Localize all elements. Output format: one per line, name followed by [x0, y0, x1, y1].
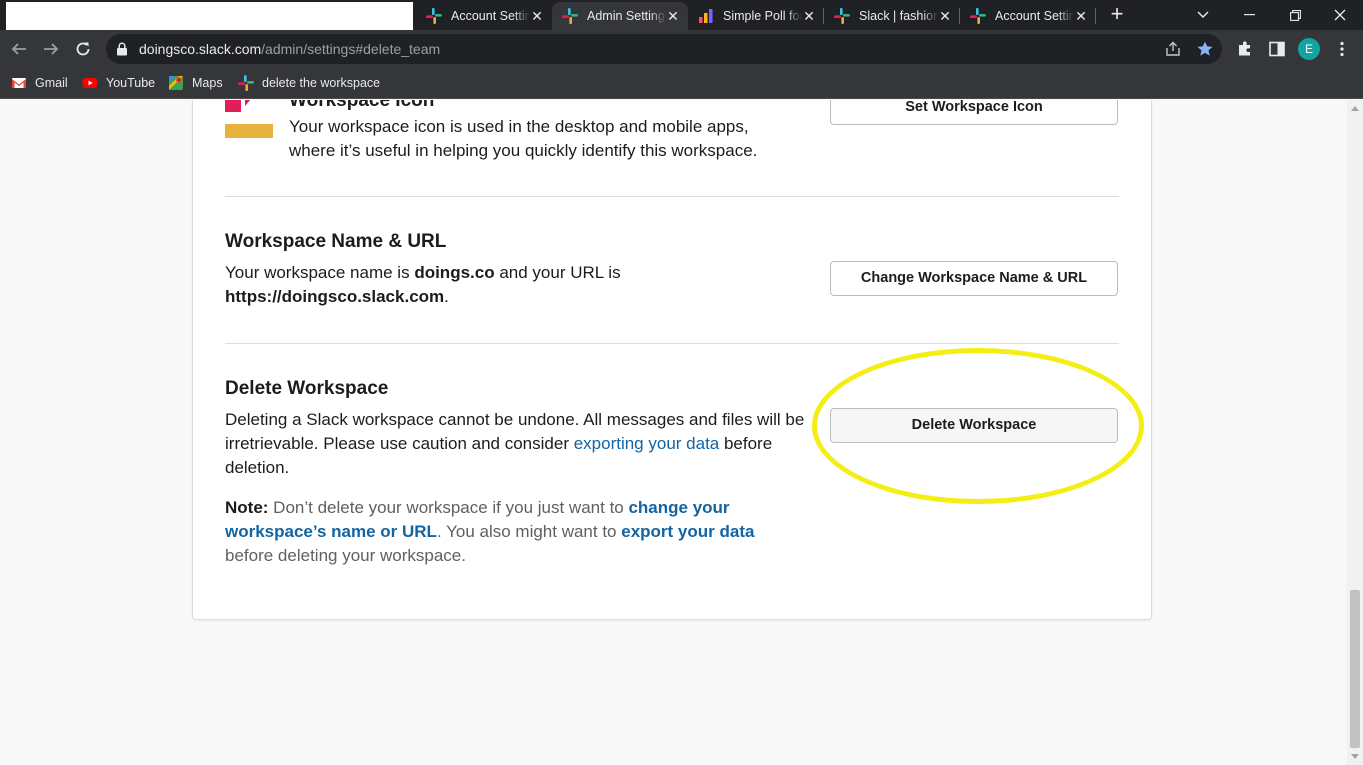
restore-icon[interactable] [1272, 0, 1318, 30]
bookmarks-bar: Gmail YouTube Maps delete the workspace [0, 68, 1363, 99]
tab-search-icon[interactable] [1180, 0, 1226, 30]
close-icon[interactable]: ✕ [666, 8, 680, 25]
close-icon[interactable]: ✕ [938, 8, 952, 25]
set-workspace-icon-button[interactable]: Set Workspace Icon [830, 100, 1118, 125]
lock-icon[interactable] [116, 42, 128, 56]
bookmark-star-icon[interactable] [1196, 40, 1214, 58]
bookmark-maps[interactable]: Maps [168, 73, 223, 93]
workspace-url: https://doingsco.slack.com [225, 287, 445, 306]
maps-icon [169, 76, 183, 90]
change-workspace-name-url-button[interactable]: Change Workspace Name & URL [830, 261, 1118, 296]
tab-slack-fashion[interactable]: Slack | fashion ✕ [824, 2, 960, 30]
new-tab-button[interactable]: + [1105, 2, 1129, 28]
workspace-icon-description: Your workspace icon is used in the deskt… [289, 117, 758, 160]
workspace-icon-title: Workspace Icon [289, 100, 435, 111]
url-path: /admin/settings#delete_team [261, 41, 441, 57]
page-scrollbar[interactable] [1347, 100, 1363, 765]
address-bar[interactable]: doingsco.slack.com/admin/settings#delete… [106, 34, 1222, 64]
youtube-icon [82, 78, 98, 88]
close-icon[interactable]: ✕ [530, 8, 544, 25]
profile-avatar[interactable]: E [1298, 38, 1320, 60]
export-your-data-link[interactable]: export your data [621, 522, 754, 541]
slack-icon [970, 8, 986, 24]
bookmark-delete-the-workspace[interactable]: delete the workspace [238, 73, 380, 93]
tab-label: Admin Settings [587, 9, 666, 23]
bookmark-label: Gmail [35, 76, 68, 90]
gmail-icon [12, 78, 26, 88]
tab-label: Account Settings [451, 9, 530, 23]
slack-icon [238, 75, 254, 91]
bookmark-label: YouTube [106, 76, 156, 90]
tab-label: Account Settings [995, 9, 1074, 23]
text: . [444, 287, 449, 306]
workspace-name-url-description: Your workspace name is doings.co and you… [225, 261, 785, 309]
extensions-icon[interactable] [1236, 40, 1254, 58]
bookmark-gmail[interactable]: Gmail [11, 73, 68, 93]
workspace-icon-image [225, 100, 273, 138]
workspace-name-url-title: Workspace Name & URL [225, 231, 447, 252]
close-icon[interactable]: ✕ [802, 8, 816, 25]
tab-strip: Account Settings ✕ Admin Settings ✕ Simp… [0, 0, 1363, 30]
browser-toolbar: doingsco.slack.com/admin/settings#delete… [0, 30, 1363, 68]
text: before deleting your workspace. [225, 546, 466, 565]
slack-icon [834, 8, 850, 24]
url-host: doingsco.slack.com [139, 41, 262, 57]
url-text[interactable]: doingsco.slack.com/admin/settings#delete… [139, 41, 440, 57]
tab-admin-settings[interactable]: Admin Settings ✕ [552, 2, 688, 30]
section-divider [225, 196, 1119, 197]
delete-workspace-description: Deleting a Slack workspace cannot be und… [225, 408, 805, 480]
delete-workspace-button[interactable]: Delete Workspace [830, 408, 1118, 443]
bookmark-label: delete the workspace [262, 76, 381, 90]
tab-account-settings-2[interactable]: Account Settings ✕ [960, 2, 1096, 30]
delete-workspace-title: Delete Workspace [225, 378, 389, 399]
side-panel-icon[interactable] [1268, 40, 1286, 58]
forward-icon[interactable] [39, 37, 63, 61]
text: Don’t delete your workspace if you just … [268, 498, 629, 517]
tab-simple-poll[interactable]: Simple Poll for ✕ [688, 2, 824, 30]
text: Your workspace name is [225, 263, 415, 282]
delete-workspace-note: Note: Don’t delete your workspace if you… [225, 496, 785, 568]
back-icon[interactable] [7, 37, 31, 61]
bookmark-youtube[interactable]: YouTube [82, 73, 155, 93]
tab-account-settings-1[interactable]: Account Settings ✕ [416, 2, 552, 30]
close-icon[interactable]: ✕ [1074, 8, 1088, 25]
share-icon[interactable] [1164, 40, 1182, 58]
slack-icon [426, 8, 442, 24]
simple-poll-icon [699, 9, 713, 23]
page-content: Workspace Icon Your workspace icon is us… [0, 100, 1347, 765]
slack-icon [562, 8, 578, 24]
settings-card: Workspace Icon Your workspace icon is us… [192, 100, 1152, 620]
tab-separator [1095, 8, 1096, 24]
text: and your URL is [494, 263, 621, 282]
reload-icon[interactable] [71, 37, 95, 61]
minimize-icon[interactable] [1226, 0, 1272, 30]
workspace-name: doings.co [414, 263, 495, 282]
scrollbar-thumb[interactable] [1350, 590, 1360, 748]
close-window-icon[interactable] [1317, 0, 1363, 30]
exporting-your-data-link[interactable]: exporting your data [574, 434, 720, 453]
scroll-up-arrow-icon[interactable] [1351, 106, 1359, 111]
scroll-down-arrow-icon[interactable] [1351, 754, 1359, 759]
tab-blank[interactable] [6, 2, 413, 30]
section-divider [225, 343, 1119, 344]
tab-label: Slack | fashion [859, 9, 938, 23]
tab-label: Simple Poll for [723, 9, 802, 23]
bookmark-label: Maps [192, 76, 223, 90]
menu-icon[interactable] [1333, 40, 1351, 58]
text: . You also might want to [436, 522, 622, 541]
note-label: Note: [225, 498, 269, 517]
